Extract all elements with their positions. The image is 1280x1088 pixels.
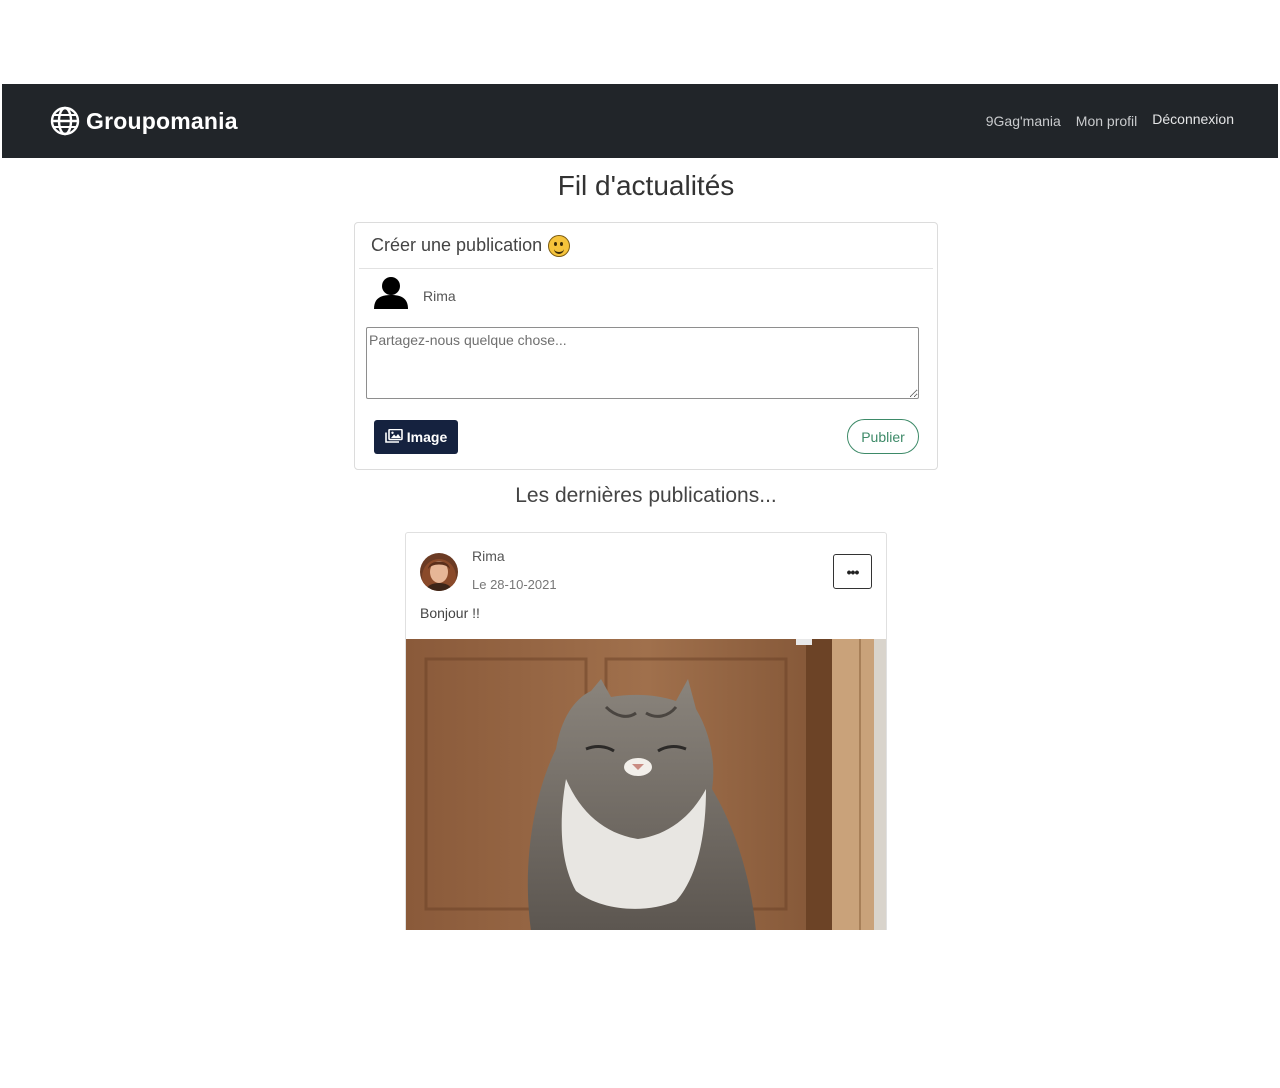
- create-post-author: Rima: [373, 275, 456, 316]
- post-image: [406, 639, 886, 930]
- create-post-title: Créer une publication: [371, 235, 543, 255]
- brand-link[interactable]: Groupomania: [50, 106, 238, 136]
- post-text: Bonjour !!: [420, 605, 480, 621]
- post-author: Rima: [472, 548, 505, 564]
- post-card: Rima Le 28-10-2021 ••• Bonjour !!: [405, 532, 887, 930]
- navbar: Groupomania 9Gag'mania Mon profil Déconn…: [2, 84, 1278, 158]
- image-button-label: Image: [406, 429, 448, 445]
- images-icon: [384, 428, 403, 446]
- globe-icon: [50, 106, 80, 136]
- author-name: Rima: [423, 287, 456, 304]
- post-date: Le 28-10-2021: [472, 577, 557, 592]
- nav-links: 9Gag'mania Mon profil Déconnexion: [986, 111, 1234, 129]
- feed-title: Les dernières publications...: [515, 484, 777, 507]
- create-post-header: Créer une publication: [359, 223, 933, 269]
- post-content-input[interactable]: [366, 327, 919, 399]
- nav-link-9gagmania[interactable]: 9Gag'mania: [986, 113, 1061, 129]
- nav-link-deconnexion[interactable]: Déconnexion: [1152, 111, 1234, 127]
- nav-link-mon-profil[interactable]: Mon profil: [1076, 113, 1137, 129]
- page-title: Fil d'actualités: [557, 170, 735, 201]
- user-silhouette-icon: [373, 275, 409, 316]
- smiley-emoji-icon: [548, 234, 571, 257]
- publish-button[interactable]: Publier: [847, 419, 919, 454]
- avatar: [420, 553, 458, 591]
- add-image-button[interactable]: Image: [374, 420, 458, 454]
- post-options-button[interactable]: •••: [833, 554, 872, 589]
- brand-name: Groupomania: [86, 107, 238, 134]
- create-post-card: Créer une publication Rima Image Publier: [354, 222, 938, 470]
